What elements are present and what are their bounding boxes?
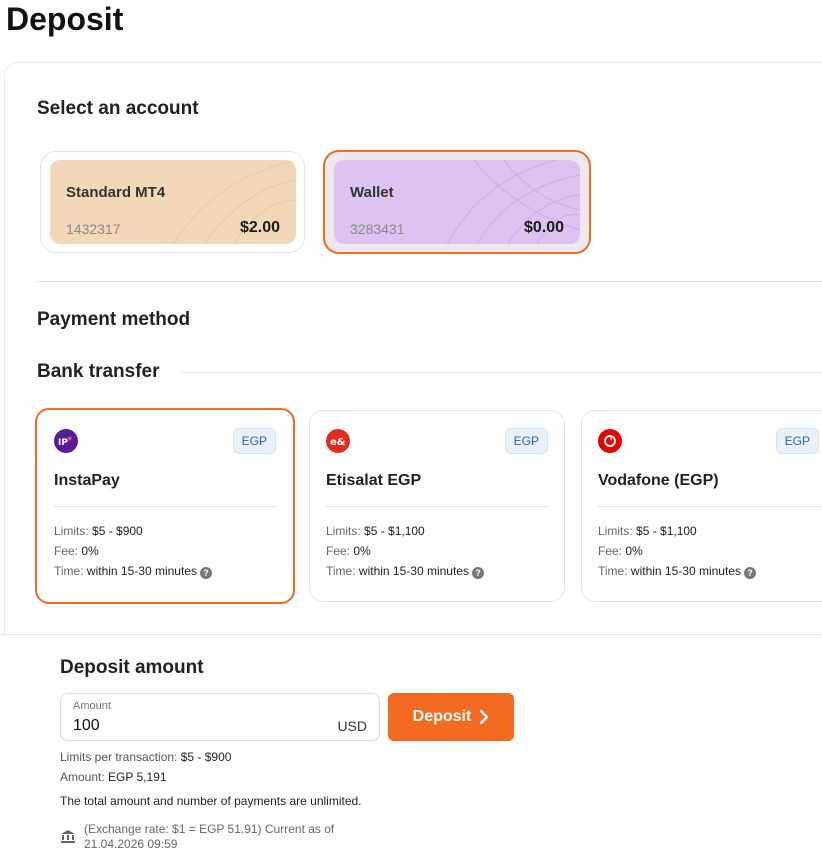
limits-row: Limits: $5 - $1,100	[326, 524, 425, 538]
page-title: Deposit	[6, 1, 124, 37]
deposit-button[interactable]: Deposit	[388, 693, 514, 741]
fee-row: Fee: 0%	[326, 544, 371, 558]
bank-icon	[61, 830, 75, 843]
time-value: within 15-30 minutes	[630, 564, 741, 578]
deposit-amount-panel: Deposit amount Amount USD Deposit Limits…	[0, 634, 822, 852]
deposit-amount-title: Deposit amount	[60, 657, 204, 678]
converted-amount: Amount: EGP 5,191	[60, 770, 167, 784]
group-divider	[181, 372, 822, 373]
help-icon[interactable]: ?	[471, 567, 484, 579]
currency-badge: EGP	[775, 428, 819, 454]
account-name: Standard MT4	[66, 184, 166, 201]
card-separator	[598, 506, 822, 507]
account-card-standard-mt4[interactable]: Standard MT4 1432317 $2.00	[40, 151, 305, 253]
amount-input[interactable]	[73, 717, 273, 735]
fee-label: Fee:	[598, 544, 623, 558]
time-label: Time:	[54, 564, 84, 578]
chevron-right-icon	[480, 709, 489, 725]
fee-row: Fee: 0%	[598, 544, 643, 558]
time-label: Time:	[326, 564, 356, 578]
svg-text:IP: IP	[58, 438, 68, 447]
bank-transfer-title: Bank transfer	[37, 361, 160, 382]
amount-label: Amount	[73, 700, 111, 712]
method-name: InstaPay	[54, 472, 120, 489]
account-number: 1432317	[66, 221, 121, 237]
amount-currency: USD	[337, 718, 367, 734]
converted-amount-value: EGP 5,191	[108, 770, 167, 784]
fee-row: Fee: 0%	[54, 544, 99, 558]
fee-label: Fee:	[54, 544, 79, 558]
account-card-face: Wallet 3283431 $0.00	[334, 160, 580, 244]
limits-row: Limits: $5 - $900	[54, 524, 143, 538]
account-name: Wallet	[350, 184, 394, 201]
fee-value: 0%	[353, 544, 371, 558]
payment-method-instapay[interactable]: IP EGP InstaPay Limits: $5 - $900 Fee: 0…	[35, 408, 295, 604]
limits-row: Limits: $5 - $1,100	[598, 524, 697, 538]
method-name: Vodafone (EGP)	[598, 472, 719, 489]
payment-method-title: Payment method	[37, 309, 191, 330]
fee-value: 0%	[81, 544, 99, 558]
exchange-rate-line1: (Exchange rate: $1 = EGP 51.91) Current …	[84, 822, 335, 836]
fee-value: 0%	[625, 544, 643, 558]
instapay-logo-icon: IP	[54, 429, 78, 453]
limits-label: Limits:	[598, 524, 633, 538]
card-separator	[54, 506, 276, 507]
help-icon[interactable]: ?	[199, 567, 212, 579]
limits-value: $5 - $1,100	[364, 524, 425, 538]
time-value: within 15-30 minutes	[358, 564, 469, 578]
vodafone-logo-icon	[598, 429, 622, 453]
account-number: 3283431	[350, 221, 405, 237]
method-name: Etisalat EGP	[326, 472, 422, 489]
limits-per-transaction: Limits per transaction: $5 - $900	[60, 750, 231, 764]
card-separator	[326, 506, 548, 507]
time-value: within 15-30 minutes	[86, 564, 197, 578]
account-card-face: Standard MT4 1432317 $2.00	[50, 160, 296, 244]
time-row: Time: within 15-30 minutes?	[326, 564, 484, 579]
limits-per-transaction-value: $5 - $900	[180, 750, 232, 764]
exchange-rate-line2: 21.04.2026 09:59	[84, 837, 178, 851]
select-account-title: Select an account	[37, 98, 199, 119]
account-card-wallet[interactable]: Wallet 3283431 $0.00	[323, 150, 591, 254]
etisalat-logo-icon: e&	[326, 429, 350, 453]
time-row: Time: within 15-30 minutes?	[54, 564, 212, 579]
converted-amount-label: Amount:	[60, 770, 105, 784]
amount-field[interactable]: Amount USD	[60, 693, 380, 741]
limits-value: $5 - $900	[92, 524, 143, 538]
limits-label: Limits:	[326, 524, 361, 538]
payment-method-etisalat[interactable]: e& EGP Etisalat EGP Limits: $5 - $1,100 …	[309, 410, 565, 602]
time-row: Time: within 15-30 minutes?	[598, 564, 756, 579]
currency-badge: EGP	[232, 428, 276, 454]
fee-label: Fee:	[326, 544, 351, 558]
svg-text:e&: e&	[330, 437, 346, 448]
limits-per-transaction-label: Limits per transaction:	[60, 750, 178, 764]
account-balance: $2.00	[239, 219, 280, 236]
limits-value: $5 - $1,100	[636, 524, 697, 538]
deposit-button-label: Deposit	[412, 708, 472, 725]
unlimited-note: The total amount and number of payments …	[60, 794, 362, 808]
payment-method-vodafone[interactable]: EGP Vodafone (EGP) Limits: $5 - $1,100 F…	[581, 410, 822, 602]
time-label: Time:	[598, 564, 628, 578]
currency-badge: EGP	[504, 428, 548, 454]
limits-label: Limits:	[54, 524, 89, 538]
account-balance: $0.00	[523, 219, 564, 236]
section-divider	[37, 281, 822, 282]
help-icon[interactable]: ?	[743, 567, 756, 579]
